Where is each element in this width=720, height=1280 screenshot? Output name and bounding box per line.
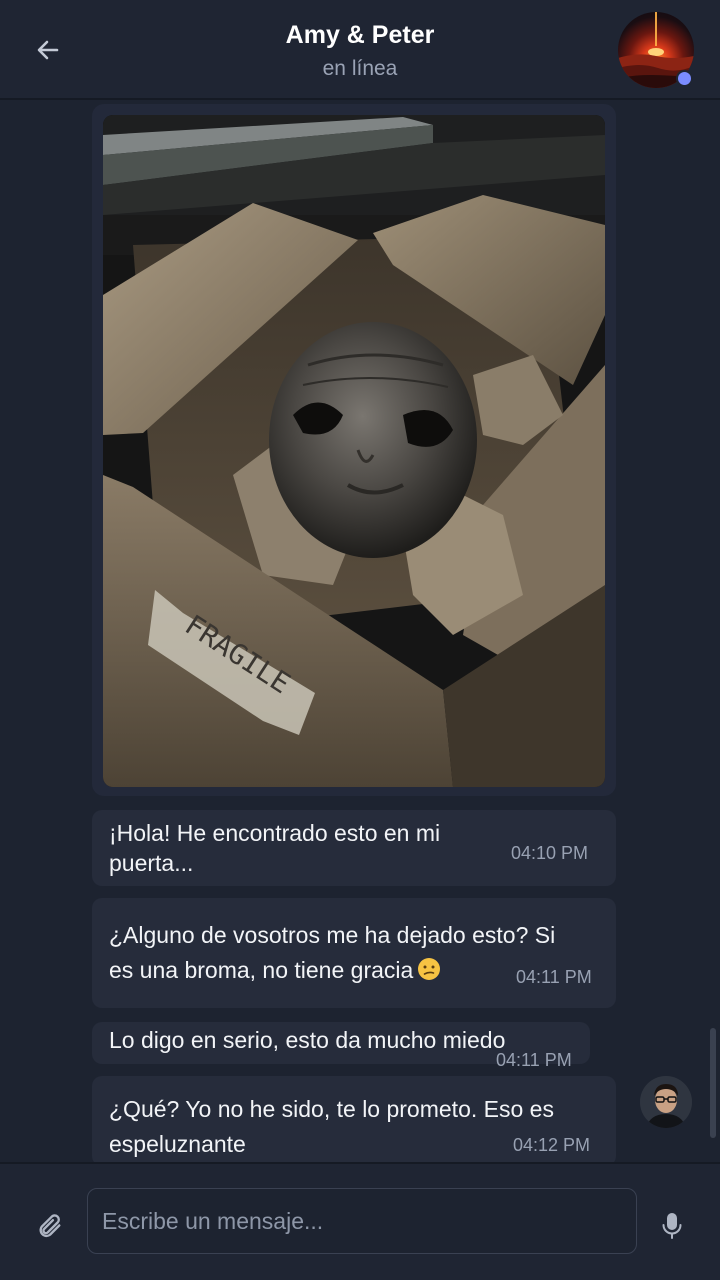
message-text: ¡Hola! He encontrado esto en mi puerta..…: [109, 818, 509, 878]
confused-face-icon: [417, 956, 441, 991]
sender-avatar[interactable]: [640, 1076, 692, 1128]
message-bubble[interactable]: ¿Alguno de vosotros me ha dejado esto? S…: [92, 898, 616, 1008]
photo-alien-head-in-box[interactable]: FRAGILE: [103, 115, 605, 787]
message-line: ¡Hola! He encontrado esto en mi: [109, 820, 441, 846]
message-time: 04:12 PM: [513, 1135, 591, 1155]
message-time: 04:11 PM: [496, 1050, 572, 1070]
message-line: ¿Qué? Yo no he sido, te lo prometo. Eso …: [109, 1096, 554, 1122]
chat-title-area[interactable]: Amy & Peter en línea: [160, 18, 560, 84]
message-line: puerta...: [109, 850, 194, 876]
message-list[interactable]: FRAGILE ¡Hola! He encontrado esto en mi …: [0, 100, 720, 1162]
chat-title: Amy & Peter: [285, 21, 435, 49]
message-composer: [0, 1162, 720, 1280]
message-time: 04:10 PM: [511, 843, 589, 863]
message-line: ¿Alguno de vosotros me ha dejado esto? S…: [109, 922, 556, 948]
scrollbar[interactable]: [710, 1028, 716, 1138]
message-bubble[interactable]: Lo digo en serio, esto da mucho miedo 04…: [92, 1022, 590, 1070]
arrow-left-icon: [37, 40, 59, 60]
message-text: Lo digo en serio, esto da mucho miedo: [109, 1027, 506, 1053]
attach-button[interactable]: [30, 1206, 70, 1246]
person-avatar-icon: [640, 1076, 692, 1128]
message-line-text: es una broma, no tiene gracia: [109, 957, 414, 983]
message-input[interactable]: [100, 1189, 624, 1254]
chat-header: Amy & Peter en línea: [0, 0, 720, 100]
microphone-button[interactable]: [652, 1206, 692, 1246]
microphone-icon: [662, 1213, 682, 1239]
chat-status: en línea: [322, 57, 398, 80]
message-input-box[interactable]: [87, 1188, 637, 1254]
image-message[interactable]: FRAGILE: [92, 104, 616, 796]
message-bubble[interactable]: ¡Hola! He encontrado esto en mi puerta..…: [92, 810, 616, 886]
paperclip-icon: [39, 1214, 61, 1238]
online-indicator: [676, 70, 693, 87]
back-button[interactable]: [28, 30, 68, 70]
message-time: 04:11 PM: [516, 967, 592, 987]
message-bubble[interactable]: ¿Qué? Yo no he sido, te lo prometo. Eso …: [92, 1076, 616, 1162]
